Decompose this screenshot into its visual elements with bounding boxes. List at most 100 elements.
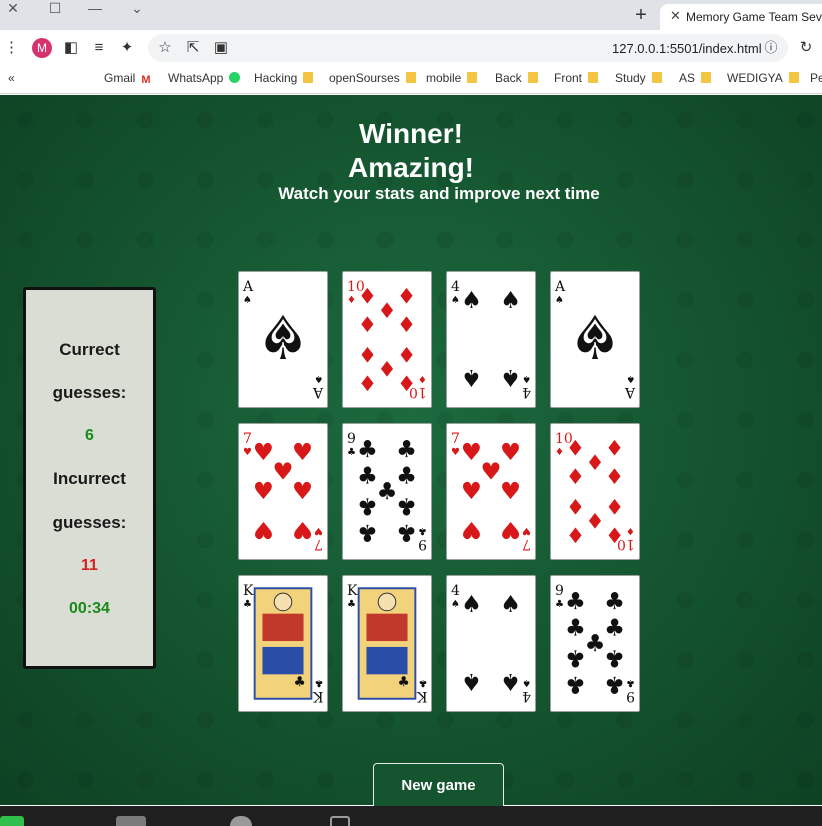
playing-card-7-hearts[interactable]: ♥ ♥ ♥ ♥ ♥ ♥ ♥ 7 ♥ 7 ♥ [238, 423, 328, 560]
playing-card-7-hearts[interactable]: ♥ ♥ ♥ ♥ ♥ ♥ ♥ 7 ♥ 7 ♥ [446, 423, 536, 560]
club-pip-icon: ♣ [396, 435, 417, 463]
chevron-down-icon[interactable]: ⌄ [126, 0, 148, 18]
card-rank: 10 [409, 384, 427, 400]
heart-pip-icon: ♥ [253, 516, 274, 544]
spade-pip-icon: ♠ [500, 286, 521, 314]
bookmark-wedigya[interactable]: WEDIGYA [727, 71, 799, 85]
playing-card-9-clubs[interactable]: ♣ ♣ ♣ ♣ ♣ ♣ ♣ ♣ ♣ 9 ♣ 9 ♣ [342, 423, 432, 560]
card-corner-index: 4 ♠ [451, 280, 460, 308]
club-pip-icon: ♣ [357, 461, 378, 489]
bookmark-opensourses[interactable]: openSourses [329, 71, 416, 85]
stats-panel: Currect guesses: 6 Incurrect guesses: 11… [23, 287, 156, 669]
card-rank: 7 [522, 536, 531, 552]
card-rank: 4 [451, 583, 460, 599]
bookmark-study[interactable]: Study [615, 71, 662, 85]
maximize-icon[interactable]: ☐ [44, 0, 66, 18]
heart-pip-icon: ♥ [461, 477, 482, 505]
avatar[interactable]: M [32, 38, 52, 58]
club-pip-icon: ♣ [584, 629, 605, 657]
playing-card-9-clubs[interactable]: ♣ ♣ ♣ ♣ ♣ ♣ ♣ ♣ ♣ 9 ♣ 9 ♣ [550, 575, 640, 712]
playing-card-4-spades[interactable]: ♠ ♠ ♠ ♠ 4 ♠ 4 ♠ [446, 271, 536, 408]
minimize-icon[interactable]: — [84, 0, 106, 18]
diamond-pip-icon: ♦ [397, 341, 416, 366]
app-icon[interactable] [116, 816, 146, 826]
share-icon[interactable]: ⇱ [184, 38, 202, 58]
app-icon[interactable] [230, 816, 252, 826]
spade-icon: ♠ [584, 318, 607, 348]
diamond-pip-icon: ♦ [377, 355, 396, 380]
card-rank: 4 [451, 279, 460, 295]
diamond-icon: ♦ [555, 447, 564, 458]
playing-card-10-diamonds[interactable]: ♦ ♦ ♦ ♦ ♦ ♦ ♦ ♦ ♦ ♦ 10 ♦ 10 ♦ [550, 423, 640, 560]
spade-pip-icon: ♠ [461, 668, 482, 696]
folder-icon [651, 72, 662, 83]
card-rank: K [347, 583, 358, 599]
card-rank: A [624, 384, 635, 400]
site-info-icon[interactable]: ⓘ [762, 38, 780, 58]
close-tab-icon[interactable]: ✕ [670, 8, 681, 24]
card-corner-index: 9 ♣ [555, 584, 564, 612]
king-robe [262, 646, 304, 675]
club-icon: ♣ [397, 674, 409, 690]
bookmark-whatsapp[interactable]: WhatsApp [168, 71, 241, 85]
card-corner-index: K ♣ [417, 675, 427, 704]
amazing-heading: Amazing! [348, 152, 474, 183]
spade-icon: ♠ [522, 677, 531, 688]
side-panel-icon[interactable]: ◧ [62, 38, 80, 58]
whatsapp-icon [229, 72, 241, 83]
correct-value: 6 [85, 427, 94, 444]
reload-icon[interactable]: ↻ [796, 38, 816, 58]
club-pip-icon: ♣ [376, 477, 397, 505]
spade-icon: ♠ [272, 318, 295, 348]
heart-pip-icon: ♥ [500, 516, 521, 544]
correct-label-2: guesses: [52, 383, 127, 402]
bookmark-as[interactable]: AS [679, 71, 712, 85]
playing-card-a-spades[interactable]: ♠ ♠ ♠ A ♠ A ♠ [550, 271, 640, 408]
close-window-icon[interactable]: ✕ [2, 0, 24, 18]
spade-pip-icon: ♠ [500, 364, 521, 392]
menu-dots-icon[interactable]: ⋮ [4, 38, 19, 58]
spade-pip-icon: ♠ [461, 590, 482, 618]
bookmark-overflow[interactable]: Pe [810, 71, 822, 85]
playing-card-4-spades[interactable]: ♠ ♠ ♠ ♠ 4 ♠ 4 ♠ [446, 575, 536, 712]
card-corner-index: 7 ♥ [314, 523, 323, 552]
card-corner-index: 9 ♣ [347, 432, 356, 460]
app-icon[interactable] [0, 816, 24, 826]
playing-card-a-spades[interactable]: ♠ ♠ ♠ A ♠ A ♠ [238, 271, 328, 408]
playing-card-k-clubs[interactable]: ♣ K ♣ K ♣ [342, 575, 432, 712]
playing-card-10-diamonds[interactable]: ♦ ♦ ♦ ♦ ♦ ♦ ♦ ♦ ♦ ♦ 10 ♦ 10 ♦ [342, 271, 432, 408]
new-game-button[interactable]: New game [373, 763, 504, 811]
card-rank: 7 [314, 536, 323, 552]
club-icon: ♣ [347, 447, 356, 458]
extensions-icon[interactable]: ✦ [118, 38, 136, 58]
reading-list-icon[interactable]: ≡ [90, 38, 108, 58]
os-taskbar [0, 806, 822, 826]
cast-icon[interactable]: ▣ [212, 38, 230, 58]
club-pip-icon: ♣ [604, 671, 625, 699]
tab-memory-game[interactable]: ✕ Memory Game Team Seven [660, 4, 822, 30]
card-rank: 7 [243, 431, 252, 447]
chevron-left-icon[interactable]: « [8, 71, 15, 85]
club-pip-icon: ♣ [357, 435, 378, 463]
new-tab-button[interactable]: + [630, 5, 652, 26]
heart-pip-icon: ♥ [292, 516, 313, 544]
app-icon[interactable] [330, 816, 350, 826]
playing-card-k-clubs[interactable]: ♣ K ♣ K ♣ [238, 575, 328, 712]
bookmark-front[interactable]: Front [554, 71, 599, 85]
club-pip-icon: ♣ [565, 613, 586, 641]
folder-icon [701, 72, 712, 83]
card-corner-index: K ♣ [347, 584, 357, 612]
bookmark-back[interactable]: Back [495, 71, 538, 85]
diamond-pip-icon: ♦ [585, 451, 604, 476]
heart-icon: ♥ [522, 525, 531, 536]
url-text[interactable]: 127.0.0.1:5501/index.html [612, 41, 762, 56]
club-icon: ♣ [293, 674, 305, 690]
heart-pip-icon: ♥ [292, 477, 313, 505]
bookmark-hacking[interactable]: Hacking [254, 71, 314, 85]
bookmark-star-icon[interactable]: ☆ [156, 38, 174, 58]
bookmark-mobile[interactable]: mobile [426, 71, 478, 85]
club-pip-icon: ♣ [396, 519, 417, 547]
diamond-pip-icon: ♦ [605, 493, 624, 518]
card-corner-index: A ♠ [313, 371, 323, 400]
bookmark-gmail[interactable]: Gmail M [104, 71, 151, 86]
